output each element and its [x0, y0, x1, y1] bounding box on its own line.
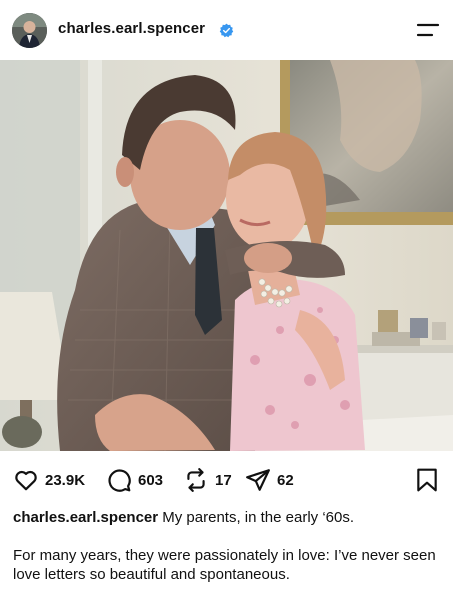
repost-icon — [187, 468, 205, 492]
likes-count: 23.9K — [45, 471, 86, 489]
repost-button[interactable]: 17 — [183, 467, 232, 493]
profile-photo-icon — [12, 13, 47, 48]
caption-username[interactable]: charles.earl.spencer — [13, 509, 158, 526]
menu-icon[interactable] — [416, 21, 440, 39]
shares-count: 62 — [277, 471, 294, 489]
post-header: charles.earl.spencer — [0, 0, 453, 60]
couple-embracing-photo — [0, 60, 453, 451]
share-button[interactable]: 62 — [245, 467, 294, 493]
verified-badge-icon — [219, 23, 234, 38]
post-photo[interactable] — [0, 60, 453, 451]
post-actions-bar: 23.9K 603 17 62 — [0, 462, 453, 498]
post-caption: charles.earl.spencer My parents, in the … — [13, 508, 441, 584]
caption-line: charles.earl.spencer My parents, in the … — [13, 508, 441, 527]
bookmark-icon — [417, 468, 437, 492]
comments-count: 603 — [138, 471, 164, 489]
send-icon — [246, 469, 270, 491]
reposts-count: 17 — [215, 471, 232, 489]
caption-text: My parents, in the early ‘60s. — [162, 509, 355, 526]
comment-bubble-icon — [108, 469, 131, 492]
heart-icon — [15, 471, 37, 491]
like-button[interactable]: 23.9K — [13, 467, 85, 493]
save-button[interactable] — [414, 467, 440, 493]
comment-button[interactable]: 603 — [106, 467, 163, 493]
avatar[interactable] — [12, 13, 47, 48]
caption-paragraph: For many years, they were passionately i… — [13, 547, 436, 583]
header-username[interactable]: charles.earl.spencer — [58, 20, 205, 37]
